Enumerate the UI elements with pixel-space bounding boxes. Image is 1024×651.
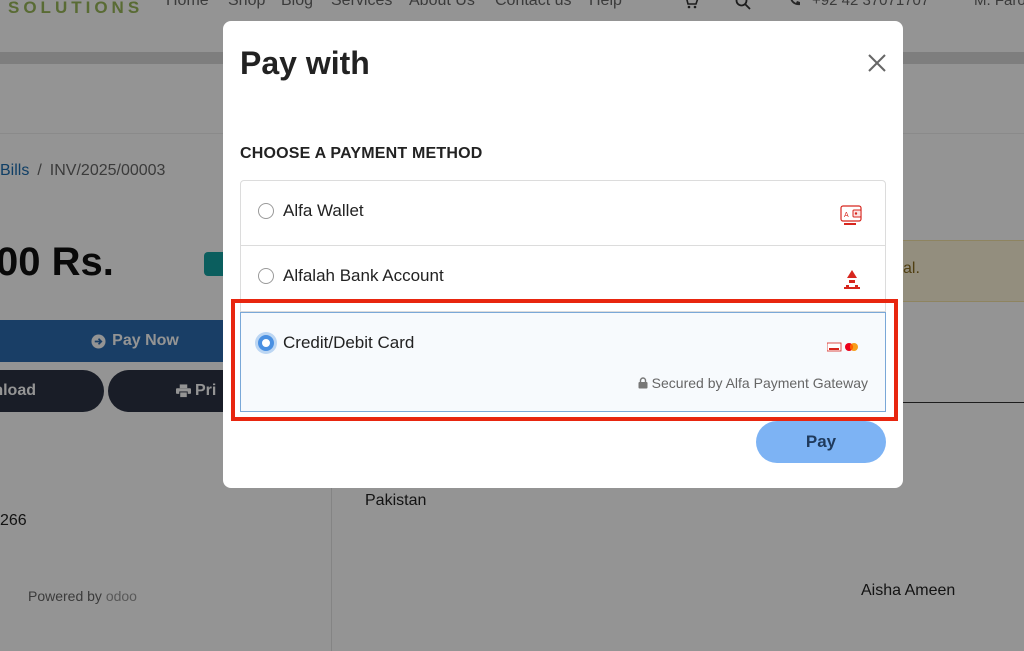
svg-text:A: A: [844, 212, 849, 219]
pay-button[interactable]: Pay: [756, 421, 886, 463]
modal-title: Pay with: [240, 45, 370, 81]
alfa-wallet-label: Alfa Wallet: [283, 201, 364, 220]
payment-method-heading: CHOOSE A PAYMENT METHOD: [240, 145, 483, 162]
alfa-wallet-radio[interactable]: [258, 203, 274, 219]
selection-highlight: [231, 299, 898, 421]
alfalah-bank-label: Alfalah Bank Account: [283, 266, 444, 285]
alfa-wallet-logo-icon: A: [839, 203, 863, 232]
payment-option-alfa-wallet[interactable]: Alfa Wallet A: [240, 180, 886, 246]
close-icon[interactable]: [863, 49, 891, 77]
alfalah-bank-logo-icon: [841, 268, 863, 297]
alfalah-bank-radio[interactable]: [258, 268, 274, 284]
